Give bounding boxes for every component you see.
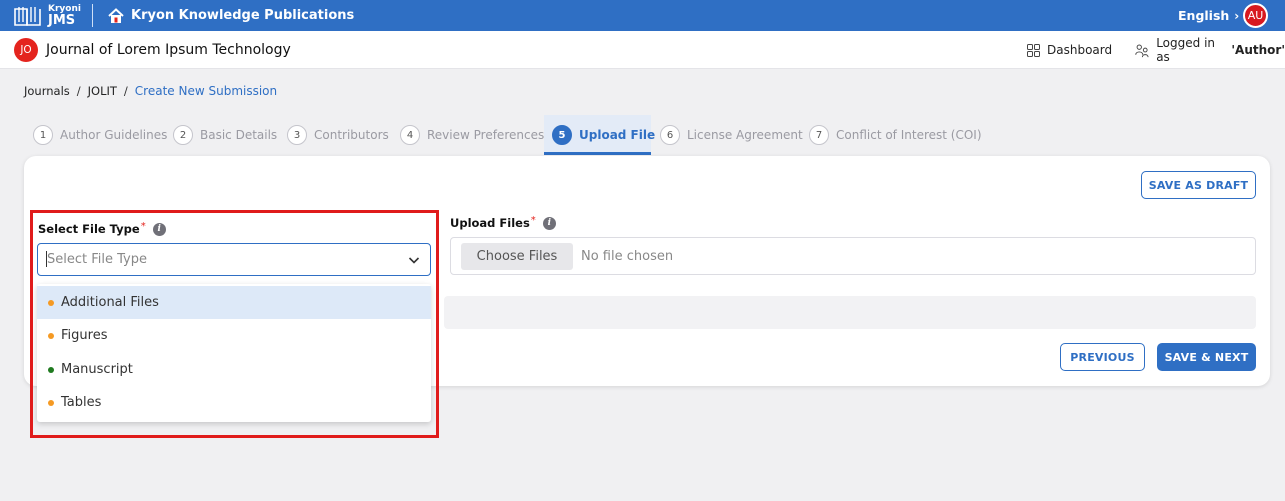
logged-in-prefix: Logged in as [1156,36,1216,64]
chevron-right-icon: › [1234,8,1240,23]
publisher-home-link[interactable]: Kryon Knowledge Publications [107,0,354,31]
language-label: English [1178,8,1230,23]
logged-in-status[interactable]: Logged in as 'Author' [1135,31,1285,69]
home-icon [108,7,124,23]
brand-name: JMS [48,12,76,28]
step-license-agreement[interactable]: 6 License Agreement [660,124,803,146]
language-selector[interactable]: English › [1178,0,1239,31]
journal-avatar: JO [14,38,38,62]
info-icon[interactable]: i [542,216,556,230]
upload-files-label-text: Upload Files [450,216,530,230]
step-label: Conflict of Interest (COI) [836,128,982,142]
step-basic-details[interactable]: 2 Basic Details [173,124,277,146]
publisher-name: Kryon Knowledge Publications [131,8,355,23]
uploaded-files-area [444,296,1256,329]
step-label: Upload File [579,128,656,142]
breadcrumb-current: Create New Submission [134,84,278,98]
book-logo-icon [12,3,46,28]
journal-title: Journal of Lorem Ipsum Technology [46,42,291,58]
step-label: Basic Details [200,128,278,142]
breadcrumb-journals[interactable]: Journals [24,84,70,98]
breadcrumb-separator: / [123,84,128,98]
topbar-divider [92,4,93,27]
step-author-guidelines[interactable]: 1 Author Guidelines [33,124,167,146]
save-as-draft-button[interactable]: SAVE AS DRAFT [1141,171,1256,199]
step-number: 1 [33,125,53,145]
user-avatar[interactable]: AU [1243,3,1268,28]
step-number: 6 [660,125,680,145]
step-number: 5 [552,125,572,145]
required-mark: * [530,214,536,226]
no-file-status: No file chosen [581,249,674,264]
app-logo[interactable]: Kryoni JMS [12,3,81,28]
breadcrumb: Journals / JOLIT / Create New Submission [24,84,277,98]
step-number: 7 [809,125,829,145]
top-navbar: Kryoni JMS Kryon Knowledge Publications … [0,0,1285,31]
journal-header: JO Journal of Lorem Ipsum Technology Das… [0,31,1285,69]
step-review-preferences[interactable]: 4 Review Preferences [400,124,544,146]
upload-files-label: Upload Files * i [450,215,556,231]
step-contributors[interactable]: 3 Contributors [287,124,389,146]
breadcrumb-jolit[interactable]: JOLIT [88,84,117,98]
step-number: 2 [173,125,193,145]
breadcrumb-separator: / [76,84,81,98]
user-initials: AU [1247,9,1264,22]
journal-initials: JO [20,44,32,56]
step-upload-file[interactable]: 5 Upload File [552,124,655,146]
previous-button[interactable]: PREVIOUS [1060,343,1145,371]
dashboard-label: Dashboard [1047,43,1113,57]
logged-in-user: 'Author' [1231,43,1285,57]
step-conflict-of-interest[interactable]: 7 Conflict of Interest (COI) [809,124,982,146]
step-label: Author Guidelines [60,128,168,142]
highlight-frame [30,210,439,438]
grid-icon [1027,43,1040,57]
step-label: Contributors [314,128,389,142]
user-switch-icon [1135,44,1149,57]
step-label: License Agreement [687,128,803,142]
step-number: 3 [287,125,307,145]
save-and-next-button[interactable]: SAVE & NEXT [1157,343,1256,371]
step-label: Review Preferences [427,128,545,142]
choose-files-button[interactable]: Choose Files [461,243,573,270]
dashboard-link[interactable]: Dashboard [1027,31,1112,69]
step-number: 4 [400,125,420,145]
active-step-indicator [544,152,651,155]
